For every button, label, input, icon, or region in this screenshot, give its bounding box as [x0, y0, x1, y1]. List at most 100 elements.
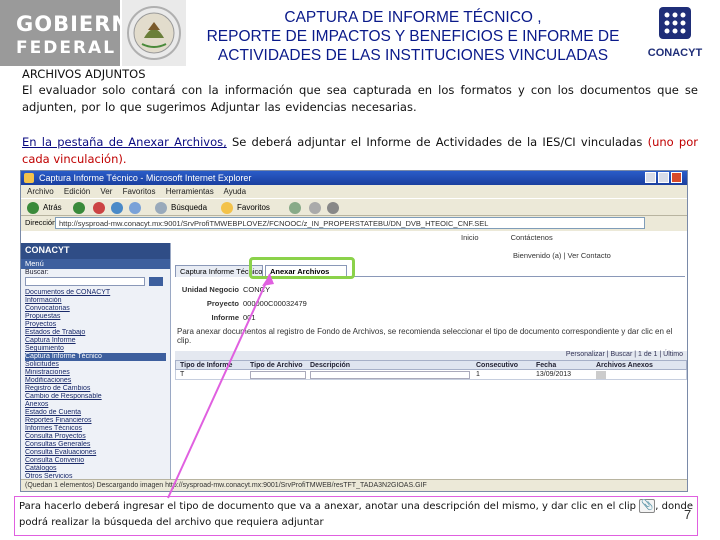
- menu-item[interactable]: Estado de Cuenta: [25, 409, 166, 417]
- mail-icon[interactable]: [309, 202, 321, 214]
- back-label[interactable]: Atrás: [43, 203, 62, 212]
- cell-consecutivo: 1: [476, 371, 480, 378]
- menu-item[interactable]: Información: [25, 297, 166, 305]
- col-tipo-archivo: Tipo de Archivo: [250, 362, 303, 369]
- cell-descripcion-input[interactable]: [310, 371, 470, 379]
- print-icon[interactable]: [327, 202, 339, 214]
- main-content: Bienvenido (a) | Ver Contacto Captura In…: [173, 243, 687, 483]
- field-label: Informe: [211, 313, 239, 322]
- menu-item[interactable]: Ministraciones: [25, 369, 166, 377]
- field-label: Proyecto: [206, 299, 239, 308]
- field-informe: Informe 001: [177, 313, 255, 322]
- menu-item[interactable]: Proyectos: [25, 321, 166, 329]
- history-icon[interactable]: [289, 202, 301, 214]
- minimize-button[interactable]: [645, 172, 656, 183]
- search-label[interactable]: Búsqueda: [171, 203, 207, 212]
- attachment-note: Para anexar documentos al registro de Fo…: [177, 327, 673, 345]
- grid-navigation[interactable]: Personalizar | Buscar | 1 de 1 | Último: [175, 351, 687, 360]
- menu-conacyt-logo: CONACYT: [25, 245, 70, 255]
- browser-menubar[interactable]: Archivo Edición Ver Favoritos Herramient…: [21, 185, 687, 198]
- menu-title: Menú: [21, 259, 170, 269]
- close-button[interactable]: [671, 172, 682, 183]
- col-tipo-informe: Tipo de Informe: [180, 362, 233, 369]
- menu-item[interactable]: Captura Informe Técnico: [25, 353, 166, 361]
- menu-item[interactable]: Cambio de Responsable: [25, 393, 166, 401]
- page-top-links[interactable]: Inicio Contáctenos: [461, 233, 553, 242]
- menu-search-input[interactable]: [25, 277, 145, 286]
- tab-highlight-box: [249, 257, 355, 279]
- mexico-seal-icon: [122, 0, 186, 66]
- menu-item[interactable]: Consulta Proyectos: [25, 433, 166, 441]
- menu-item[interactable]: Registro de Cambios: [25, 385, 166, 393]
- left-menu: CONACYT Menú Buscar: Documentos de CONAC…: [21, 243, 171, 491]
- menu-item[interactable]: Catálogos: [25, 465, 166, 473]
- refresh-icon[interactable]: [111, 202, 123, 214]
- ie-icon: [24, 173, 34, 183]
- field-unidad: Unidad Negocio CONCY: [177, 285, 270, 294]
- menu-item[interactable]: Convocatorias: [25, 305, 166, 313]
- browser-screenshot: Captura Informe Técnico - Microsoft Inte…: [20, 170, 688, 492]
- conacyt-label: CONACYT: [647, 47, 703, 59]
- address-input[interactable]: http://sysproad-mw.conacyt.mx:9001/SrvPr…: [55, 217, 645, 229]
- window-title: Captura Informe Técnico - Microsoft Inte…: [39, 173, 252, 183]
- cell-fecha: 13/09/2013: [536, 371, 572, 378]
- title-line-3: ACTIVIDADES DE LAS INSTITUCIONES VINCULA…: [217, 47, 609, 64]
- callout-box: Para hacerlo deberá ingresar el tipo de …: [14, 496, 698, 536]
- menu-item[interactable]: Documentos de CONACYT: [25, 289, 166, 297]
- menu-item[interactable]: Consulta Convenio: [25, 457, 166, 465]
- section-title: ARCHIVOS ADJUNTOS: [22, 67, 146, 81]
- maximize-button[interactable]: [658, 172, 669, 183]
- col-descripcion: Descripción: [310, 362, 351, 369]
- menu-item[interactable]: Seguimiento: [25, 345, 166, 353]
- search-icon[interactable]: [155, 202, 167, 214]
- content-top-links[interactable]: Bienvenido (a) | Ver Contacto: [513, 251, 611, 260]
- menu-item[interactable]: Propuestas: [25, 313, 166, 321]
- grid-header-row: Tipo de Informe Tipo de Archivo Descripc…: [175, 360, 687, 370]
- callout-text-1: Para hacerlo deberá ingresar el tipo de …: [19, 501, 637, 512]
- address-bar: Dirección http://sysproad-mw.conacyt.mx:…: [21, 216, 687, 231]
- logo-line-1: GOBIERNO: [16, 12, 149, 36]
- back-arrow-icon[interactable]: [27, 202, 39, 214]
- menu-list: Documentos de CONACYT Información Convocat…: [21, 289, 170, 491]
- col-consecutivo: Consecutivo: [476, 362, 519, 369]
- attach-clip-icon[interactable]: [596, 371, 606, 379]
- anexar-archivos-link[interactable]: En la pestaña de Anexar Archivos,: [22, 135, 227, 149]
- menu-item[interactable]: Informes Técnicos: [25, 425, 166, 433]
- instruction-middle: Se deberá adjuntar el Informe de Activid…: [226, 135, 648, 149]
- menu-item[interactable]: Estados de Trabajo: [25, 329, 166, 337]
- section-body: El evaluador solo contará con la informa…: [22, 83, 698, 114]
- favorites-star-icon[interactable]: [221, 202, 233, 214]
- table-row[interactable]: T 1 13/09/2013: [175, 370, 687, 380]
- cell-tipo-archivo-select[interactable]: [250, 371, 306, 379]
- page-title: CAPTURA DE INFORME TÉCNICO , REPORTE DE …: [188, 8, 638, 65]
- browser-statusbar: (Quedan 1 elementos) Descargando imagen …: [21, 479, 687, 491]
- menu-item[interactable]: Modificaciones: [25, 377, 166, 385]
- gobierno-federal-logo: GOBIERNO FEDERAL: [0, 0, 149, 66]
- logo-line-2: FEDERAL: [16, 38, 117, 58]
- menu-item[interactable]: Anexos: [25, 401, 166, 409]
- conacyt-emblem-icon: [659, 7, 691, 39]
- menu-item[interactable]: Solicitudes: [25, 361, 166, 369]
- field-label: Unidad Negocio: [181, 285, 239, 294]
- title-line-2: REPORTE DE IMPACTOS Y BENEFICIOS E INFOR…: [206, 28, 620, 45]
- instruction-text: En la pestaña de Anexar Archivos, Se deb…: [22, 134, 698, 168]
- stop-icon[interactable]: [93, 202, 105, 214]
- menu-search-button[interactable]: [149, 277, 163, 286]
- menu-item[interactable]: Captura Informe: [25, 337, 166, 345]
- field-value: 000000C00032479: [243, 299, 307, 308]
- forward-arrow-icon[interactable]: [73, 202, 85, 214]
- menu-item[interactable]: Consultas Generales: [25, 441, 166, 449]
- browser-toolbar: Atrás Búsqueda Favoritos: [21, 198, 687, 216]
- menu-item[interactable]: Reportes Financieros: [25, 417, 166, 425]
- cell-tipo-informe[interactable]: T: [180, 371, 184, 378]
- menu-search-label: Buscar:: [25, 269, 49, 276]
- address-label: Dirección: [25, 218, 57, 227]
- field-value: CONCY: [243, 285, 271, 294]
- conacyt-logo: CONACYT: [640, 6, 710, 60]
- paperclip-icon: 📎: [639, 499, 656, 513]
- home-icon[interactable]: [129, 202, 141, 214]
- menu-header: CONACYT: [21, 243, 170, 259]
- favorites-label[interactable]: Favoritos: [237, 203, 270, 212]
- menu-item[interactable]: Consulta Evaluaciones: [25, 449, 166, 457]
- field-proyecto: Proyecto 000000C00032479: [177, 299, 307, 308]
